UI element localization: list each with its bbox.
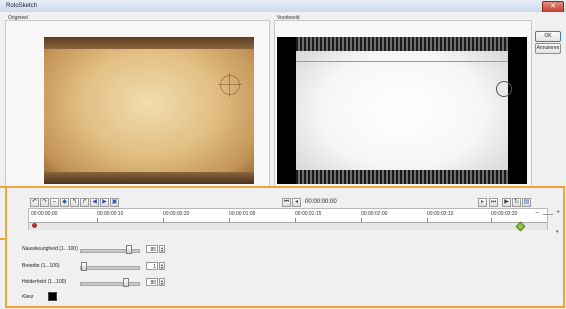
original-label: Origineel (8, 15, 29, 21)
color-label: Kleur (22, 294, 34, 300)
redo-icon[interactable]: ↷ (40, 198, 49, 207)
preview-image (277, 37, 527, 184)
accuracy-spinner[interactable]: ▴ ▾ (159, 245, 165, 253)
compass-rose (218, 73, 242, 97)
step-forward-icon[interactable]: ▸ (478, 198, 487, 207)
brightness-label: Helderheid (1...100) (22, 279, 67, 285)
keyframe-track[interactable] (29, 223, 547, 230)
highlight-marker (0, 238, 5, 240)
zoom-out-icon[interactable]: − (535, 210, 539, 217)
step-back-icon[interactable]: ◂ (292, 198, 301, 207)
close-icon: ✕ (550, 3, 556, 10)
frame-icon[interactable]: ▣ (110, 198, 119, 207)
cancel-button[interactable]: Annuleren (535, 43, 561, 54)
loop-icon[interactable]: ↻ (512, 198, 521, 207)
compass-rose-sketch (496, 81, 512, 97)
accuracy-slider-thumb[interactable] (125, 245, 132, 254)
brightness-slider-thumb[interactable] (123, 278, 130, 287)
brightness-slider[interactable] (80, 282, 140, 286)
timeline-label: 00:00:00:20 (163, 211, 190, 217)
scroll-down-icon[interactable]: ▾ (556, 229, 559, 235)
select-icon[interactable]: ◆ (60, 198, 69, 207)
brightness-spinner[interactable]: ▴ ▾ (159, 278, 165, 286)
skip-start-icon[interactable]: ⏮ (282, 198, 291, 207)
width-slider[interactable] (80, 266, 140, 270)
timeline-label: 00:00:01:15 (295, 211, 322, 217)
original-image (44, 37, 254, 184)
curve-left-icon[interactable]: ↰ (70, 198, 79, 207)
color-swatch[interactable] (48, 292, 57, 301)
timeline-label: 00:00:02:20 (491, 211, 518, 217)
zoom-in-icon[interactable]: + (556, 209, 560, 216)
keyframe-left-icon[interactable]: ◀ (90, 198, 99, 207)
zoom-slider[interactable] (543, 214, 553, 215)
view-icon[interactable]: ▤ (522, 198, 531, 207)
skip-end-icon[interactable]: ⏭ (489, 198, 498, 207)
timeline-label: 00:00:01:05 (229, 211, 256, 217)
width-slider-thumb[interactable] (80, 262, 87, 271)
clear-icon[interactable]: ⎯ (50, 198, 59, 207)
brightness-value[interactable]: 80 (146, 278, 158, 286)
accuracy-label: Nauwkeurigheid (1...100) (22, 246, 78, 252)
play-icon[interactable]: ▶ (502, 198, 511, 207)
timeline-label: 00:00:02:10 (427, 211, 454, 217)
window-title: RotoSketch (6, 3, 38, 9)
timeline-label: 00:00:00:10 (97, 211, 124, 217)
ok-button[interactable]: OK (535, 31, 561, 42)
undo-icon[interactable]: ↶ (30, 198, 39, 207)
playhead-marker[interactable] (32, 223, 37, 228)
timeline-label: 00:00:00:00 (31, 211, 58, 217)
curve-right-icon[interactable]: ↱ (80, 198, 89, 207)
keyframe-right-icon[interactable]: ▶ (100, 198, 109, 207)
width-spinner[interactable]: ▴ ▾ (159, 262, 165, 270)
timeline-ruler[interactable]: 00:00:00:00 00:00:00:10 00:00:00:20 00:0… (28, 208, 548, 232)
width-label: Breedte (1...100) (22, 263, 60, 269)
timecode-display: 00:00:00:00 (305, 199, 337, 205)
highlight-marker (0, 186, 5, 188)
accuracy-value[interactable]: 85 (146, 245, 158, 253)
preview-label: Voorbeeld (277, 15, 300, 21)
width-value[interactable]: 1 (146, 262, 158, 270)
timeline-label: 00:00:02:00 (361, 211, 388, 217)
